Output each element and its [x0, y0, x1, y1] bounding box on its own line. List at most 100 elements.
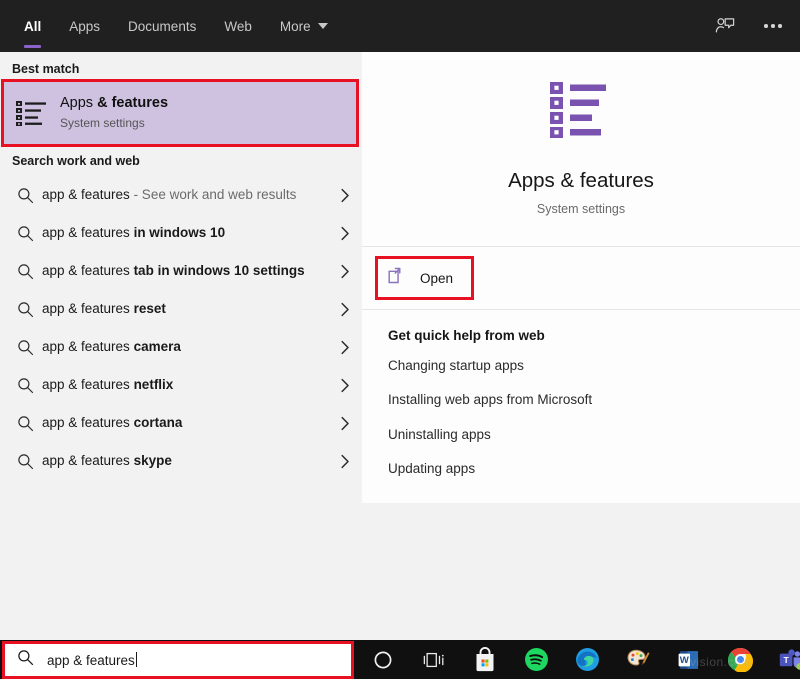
search-result-hint: - See work and web results [129, 187, 297, 203]
search-icon [12, 415, 38, 432]
search-icon [12, 187, 38, 204]
chevron-right-icon[interactable] [336, 188, 354, 203]
quick-help-links: Changing startup apps Installing web apps… [388, 356, 800, 479]
search-header: All Apps Documents Web More [0, 0, 800, 52]
feedback-person-icon[interactable] [712, 13, 738, 39]
chevron-right-icon[interactable] [336, 226, 354, 241]
search-value-text: app & features [47, 653, 135, 668]
task-view-icon[interactable] [419, 645, 449, 675]
search-icon [12, 453, 38, 470]
open-button[interactable]: Open [374, 256, 475, 300]
tab-more-label: More [279, 18, 311, 34]
search-result-item[interactable]: app & features reset [0, 290, 362, 328]
tab-all-label: All [24, 18, 42, 34]
best-match-highlight: Apps & features System settings [1, 79, 359, 147]
cortana-icon[interactable] [368, 645, 398, 675]
quick-help-title: Get quick help from web [388, 328, 545, 343]
taskbar-search-value: app & features [47, 652, 137, 668]
tab-web-label: Web [224, 18, 252, 34]
search-result-prefix: app & features [42, 225, 134, 241]
chevron-right-icon[interactable] [336, 264, 354, 279]
search-result-item[interactable]: app & features - See work and web result… [0, 176, 362, 214]
preview-subtitle: System settings [536, 202, 626, 216]
apps-features-list-icon [14, 96, 48, 130]
search-flyout: All Apps Documents Web More Best match A… [0, 0, 800, 640]
quick-help-link[interactable]: Installing web apps from Microsoft [388, 390, 800, 410]
search-result-item[interactable]: app & features netflix [0, 366, 362, 404]
search-result-label: app & features cortana [38, 413, 336, 432]
tab-more[interactable]: More [266, 0, 342, 52]
apps-features-large-icon [550, 82, 612, 143]
tab-documents[interactable]: Documents [114, 0, 210, 52]
chevron-right-icon[interactable] [336, 416, 354, 431]
microsoft-edge-icon[interactable] [572, 645, 602, 675]
best-match-item[interactable]: Apps & features System settings [1, 79, 359, 147]
microsoft-teams-icon[interactable]: T [776, 645, 800, 675]
chevron-right-icon[interactable] [336, 454, 354, 469]
microsoft-store-icon[interactable] [470, 645, 500, 675]
search-icon [12, 339, 38, 356]
search-result-item[interactable]: app & features in windows 10 [0, 214, 362, 252]
search-result-suffix: tab in windows 10 settings [133, 263, 305, 279]
svg-text:W: W [680, 655, 690, 666]
microsoft-word-icon[interactable]: W [674, 645, 704, 675]
tab-apps[interactable]: Apps [55, 0, 114, 52]
search-result-label: app & features reset [38, 299, 336, 318]
preview-title: Apps & features [508, 169, 654, 192]
preview-hero: Apps & features System settings [362, 52, 800, 246]
search-result-suffix: reset [133, 301, 166, 317]
spotify-icon[interactable] [521, 645, 551, 675]
search-icon [12, 263, 38, 280]
header-actions [712, 13, 800, 39]
results-panel: Best match Apps & features System settin… [0, 52, 362, 640]
search-result-label: app & features - See work and web result… [38, 185, 336, 204]
tab-all[interactable]: All [10, 0, 55, 52]
search-result-suffix: camera [133, 339, 181, 355]
search-result-label: app & features tab in windows 10 setting… [38, 261, 336, 280]
search-result-label: app & features netflix [38, 375, 336, 394]
quick-help-link[interactable]: Changing startup apps [388, 356, 800, 376]
search-icon [17, 649, 34, 671]
search-result-label: app & features in windows 10 [38, 223, 336, 242]
preview-actions: Open [362, 247, 800, 309]
search-work-web-label: Search work and web [12, 154, 140, 168]
search-result-label: app & features camera [38, 337, 336, 356]
quick-help-link[interactable]: Uninstalling apps [388, 425, 800, 445]
search-result-prefix: app & features [42, 377, 134, 393]
search-result-item[interactable]: app & features tab in windows 10 setting… [0, 252, 362, 290]
taskbar-search-highlight: app & features [2, 641, 354, 679]
paint-icon[interactable] [623, 645, 653, 675]
google-chrome-icon[interactable] [725, 645, 755, 675]
chevron-right-icon[interactable] [336, 302, 354, 317]
best-match-subtitle: System settings [60, 115, 145, 130]
search-result-suffix: skype [133, 453, 172, 469]
taskbar-icons: W T [360, 640, 800, 679]
search-result-prefix: app & features [42, 453, 134, 469]
tab-documents-label: Documents [128, 18, 197, 34]
open-external-icon [388, 267, 407, 289]
search-result-suffix: in windows 10 [133, 225, 226, 241]
preview-card: Apps & features System settings Open Get… [362, 52, 800, 503]
search-result-item[interactable]: app & features camera [0, 328, 362, 366]
search-result-prefix: app & features [42, 263, 134, 279]
search-result-item[interactable]: app & features skype [0, 442, 362, 480]
chevron-right-icon[interactable] [336, 378, 354, 393]
best-match-label: Best match [12, 62, 80, 76]
search-result-suffix: cortana [133, 415, 183, 431]
search-result-prefix: app & features [42, 339, 134, 355]
search-result-prefix: app & features [42, 415, 134, 431]
search-result-prefix: app & features [42, 187, 130, 203]
search-result-label: app & features skype [38, 451, 336, 470]
tab-web[interactable]: Web [210, 0, 266, 52]
search-result-item[interactable]: app & features cortana [0, 404, 362, 442]
text-caret [135, 652, 137, 667]
chevron-right-icon[interactable] [336, 340, 354, 355]
quick-help-link[interactable]: Updating apps [388, 459, 800, 479]
taskbar-search-input[interactable]: app & features [5, 644, 351, 676]
svg-text:T: T [783, 654, 789, 664]
ellipsis-icon[interactable] [760, 13, 786, 39]
best-match-title: Apps & features [60, 94, 168, 114]
best-match-text: Apps & features System settings [60, 94, 168, 132]
search-icon [12, 377, 38, 394]
best-match-title-normal: Apps [60, 95, 98, 112]
